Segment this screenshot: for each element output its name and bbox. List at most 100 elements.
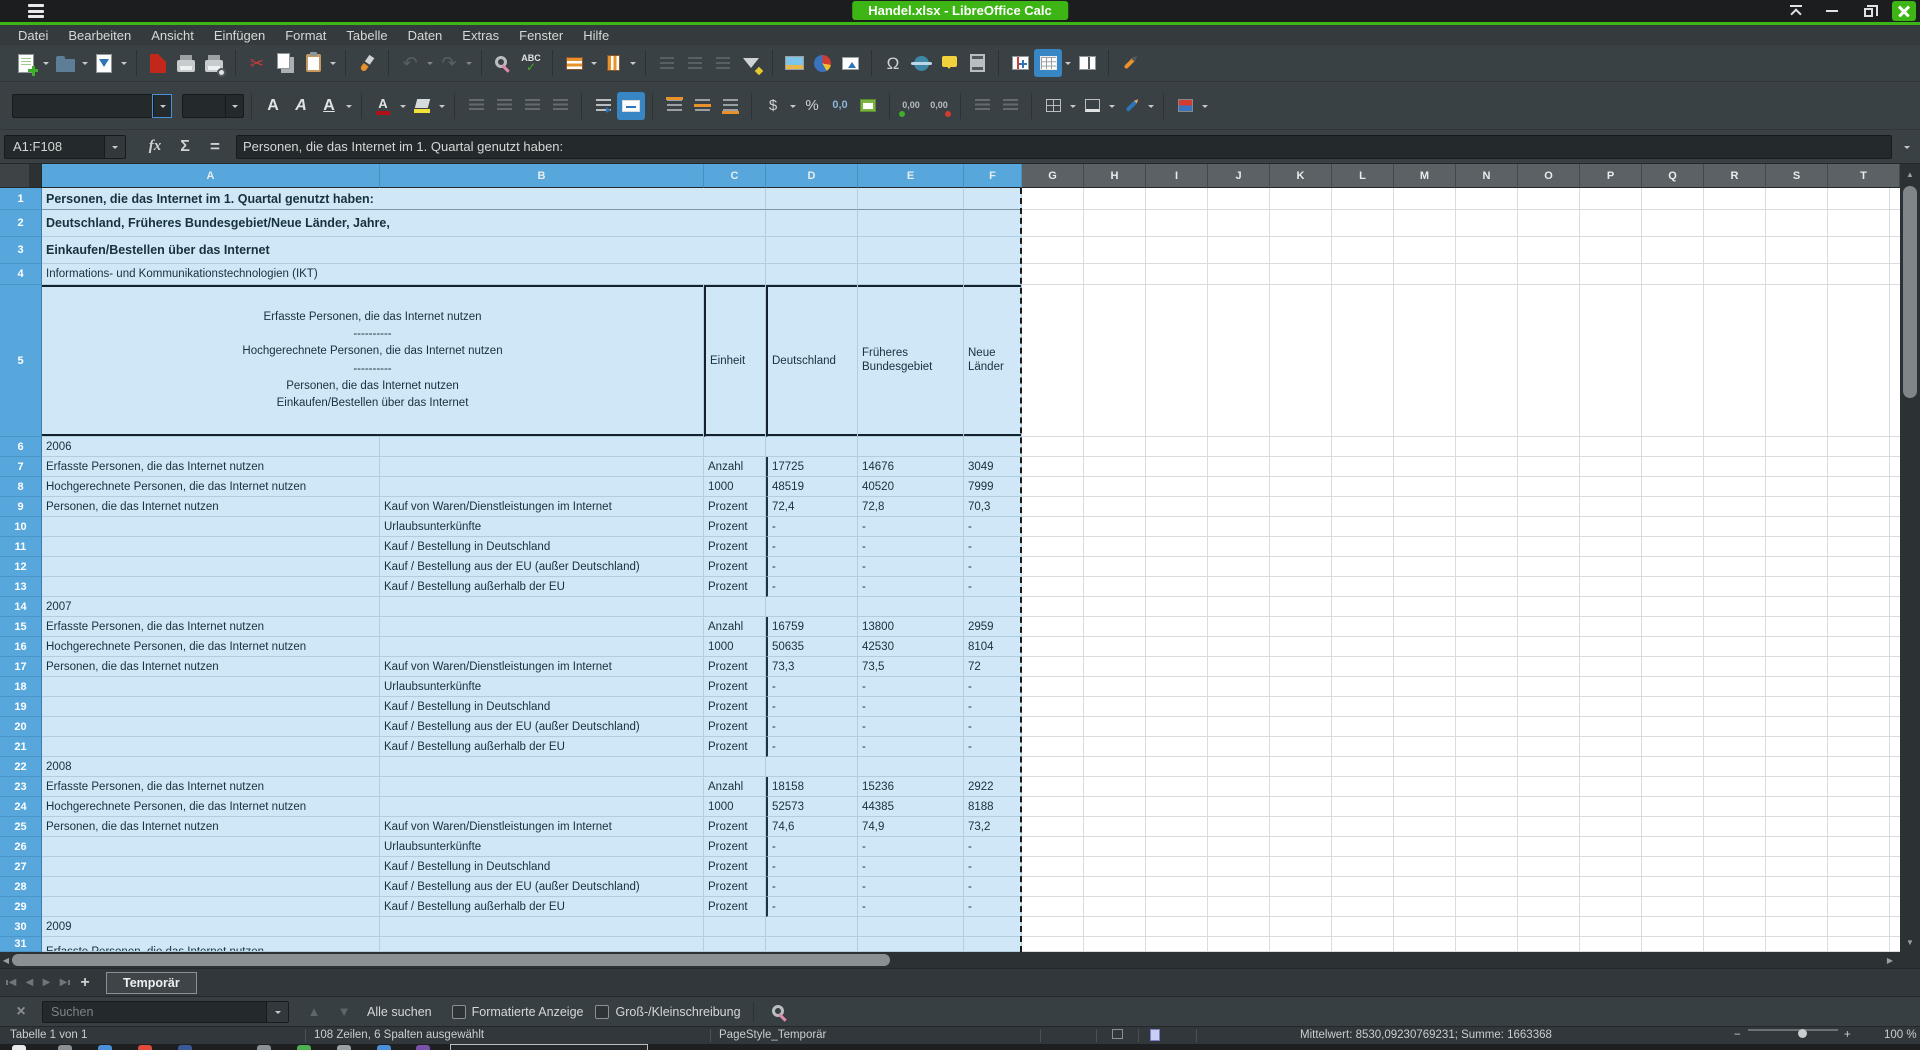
empty-cells-row-20[interactable] — [1022, 717, 1900, 737]
equals-icon[interactable]: = — [200, 137, 230, 157]
restore-button[interactable] — [1856, 1, 1880, 21]
cell-B11[interactable]: Kauf / Bestellung in Deutschland — [380, 537, 704, 557]
cell-C23[interactable]: Anzahl — [704, 777, 766, 797]
empty-cells-row-23[interactable] — [1022, 777, 1900, 797]
cell-C18[interactable]: Prozent — [704, 677, 766, 697]
horizontal-scrollbar-thumb[interactable] — [12, 954, 890, 966]
column-header-E[interactable]: E — [858, 164, 964, 188]
taskbar-icon[interactable] — [12, 1045, 26, 1050]
menu-item-hilfe[interactable]: Hilfe — [573, 27, 619, 44]
number-format-button[interactable]: 0,0 — [826, 92, 854, 120]
cell-A13[interactable] — [42, 577, 380, 597]
bold-button[interactable]: A — [259, 92, 287, 120]
font-color-button[interactable]: A — [369, 92, 397, 120]
borders-dropdown[interactable] — [1067, 92, 1078, 120]
pivot-table-button[interactable] — [836, 49, 864, 77]
row-header-24[interactable]: 24 — [0, 797, 42, 817]
empty-cells-row-3[interactable] — [1022, 237, 1900, 264]
find-all-button[interactable]: Alle suchen — [359, 1005, 440, 1019]
column-header-S[interactable]: S — [1766, 164, 1828, 188]
cell-C12[interactable]: Prozent — [704, 557, 766, 577]
cell-F13[interactable]: - — [964, 577, 1022, 597]
empty-cells-row-24[interactable] — [1022, 797, 1900, 817]
insert-chart-button[interactable] — [808, 49, 836, 77]
cell-B10[interactable]: Urlaubsunterkünfte — [380, 517, 704, 537]
find-replace-button[interactable] — [489, 49, 517, 77]
cell-D29[interactable]: - — [766, 897, 858, 917]
cell-F18[interactable]: - — [964, 677, 1022, 697]
show-grid-lines-button[interactable] — [1034, 49, 1062, 77]
row-header-11[interactable]: 11 — [0, 537, 42, 557]
cell-E20[interactable]: - — [858, 717, 964, 737]
cell-D20[interactable]: - — [766, 717, 858, 737]
cell-C14[interactable] — [704, 597, 766, 617]
cell-A14[interactable]: 2007 — [42, 597, 380, 617]
merge-cells-button[interactable] — [617, 92, 645, 120]
document-modified-icon[interactable] — [1150, 1029, 1160, 1041]
cell-A21[interactable] — [42, 737, 380, 757]
spelling-button[interactable]: ABC✓ — [517, 49, 545, 77]
menu-item-ansicht[interactable]: Ansicht — [141, 27, 204, 44]
date-format-button[interactable] — [854, 92, 882, 120]
font-color-dropdown[interactable] — [397, 92, 408, 120]
column-header-L[interactable]: L — [1332, 164, 1394, 188]
row-header-30[interactable]: 30 — [0, 917, 42, 937]
cell-F21[interactable]: - — [964, 737, 1022, 757]
cell-E31[interactable] — [858, 937, 964, 952]
find-next-icon[interactable]: ▼ — [329, 1004, 359, 1019]
sheet-tab-temporar[interactable]: Temporär — [106, 972, 197, 994]
cell-F2[interactable] — [964, 210, 1022, 237]
cell-E29[interactable]: - — [858, 897, 964, 917]
cell-F26[interactable]: - — [964, 837, 1022, 857]
vertical-scrollbar[interactable]: ▲ ▼ — [1900, 164, 1920, 952]
cell-D21[interactable]: - — [766, 737, 858, 757]
hyperlink-button[interactable] — [907, 49, 935, 77]
column-header-T[interactable]: T — [1828, 164, 1900, 188]
cell-A27[interactable] — [42, 857, 380, 877]
row-header-19[interactable]: 19 — [0, 697, 42, 717]
cell-C30[interactable] — [704, 917, 766, 937]
cell-A9[interactable]: Personen, die das Internet nutzen — [42, 497, 380, 517]
export-pdf-button[interactable] — [144, 49, 172, 77]
menu-item-einfgen[interactable]: Einfügen — [204, 27, 275, 44]
taskbar-icon[interactable] — [337, 1045, 351, 1050]
empty-cells-row-27[interactable] — [1022, 857, 1900, 877]
cell-A24[interactable]: Hochgerechnete Personen, die das Interne… — [42, 797, 380, 817]
cell-F7[interactable]: 3049 — [964, 457, 1022, 477]
cell-D12[interactable]: - — [766, 557, 858, 577]
cell-A8[interactable]: Hochgerechnete Personen, die das Interne… — [42, 477, 380, 497]
cell-E13[interactable]: - — [858, 577, 964, 597]
save-button[interactable] — [90, 49, 118, 77]
split-window-button[interactable] — [1073, 49, 1101, 77]
shade-window-button[interactable] — [1784, 1, 1808, 21]
empty-cells-row-15[interactable] — [1022, 617, 1900, 637]
undo-button[interactable]: ↶ — [396, 49, 424, 77]
cell-A10[interactable] — [42, 517, 380, 537]
cell-A26[interactable] — [42, 837, 380, 857]
cell-E26[interactable]: - — [858, 837, 964, 857]
add-sheet-button[interactable]: + — [72, 974, 98, 992]
row-header-26[interactable]: 26 — [0, 837, 42, 857]
empty-cells-row-17[interactable] — [1022, 657, 1900, 677]
find-previous-icon[interactable]: ▲ — [299, 1004, 329, 1019]
match-case-option[interactable]: Groß-/Kleinschreibung — [595, 1005, 740, 1019]
insert-column-button[interactable] — [599, 49, 627, 77]
row-header-13[interactable]: 13 — [0, 577, 42, 597]
cell-D16[interactable]: 50635 — [766, 637, 858, 657]
cell-B24[interactable] — [380, 797, 704, 817]
cell-C13[interactable]: Prozent — [704, 577, 766, 597]
cell-C8[interactable]: 1000 — [704, 477, 766, 497]
column-header-K[interactable]: K — [1270, 164, 1332, 188]
cell-F15[interactable]: 2959 — [964, 617, 1022, 637]
search-input[interactable]: Suchen — [42, 1001, 267, 1023]
close-find-bar-icon[interactable]: × — [8, 1003, 34, 1021]
align-center-button[interactable] — [490, 92, 518, 120]
cell-B7[interactable] — [380, 457, 704, 477]
cell-F11[interactable]: - — [964, 537, 1022, 557]
cell-C10[interactable]: Prozent — [704, 517, 766, 537]
column-header-C[interactable]: C — [704, 164, 766, 188]
cell-A1[interactable]: Personen, die das Internet im 1. Quartal… — [42, 188, 766, 210]
border-color-button[interactable] — [1117, 92, 1145, 120]
cell-A5[interactable]: Erfasste Personen, die das Internet nutz… — [42, 285, 704, 437]
copy-button[interactable] — [271, 49, 299, 77]
